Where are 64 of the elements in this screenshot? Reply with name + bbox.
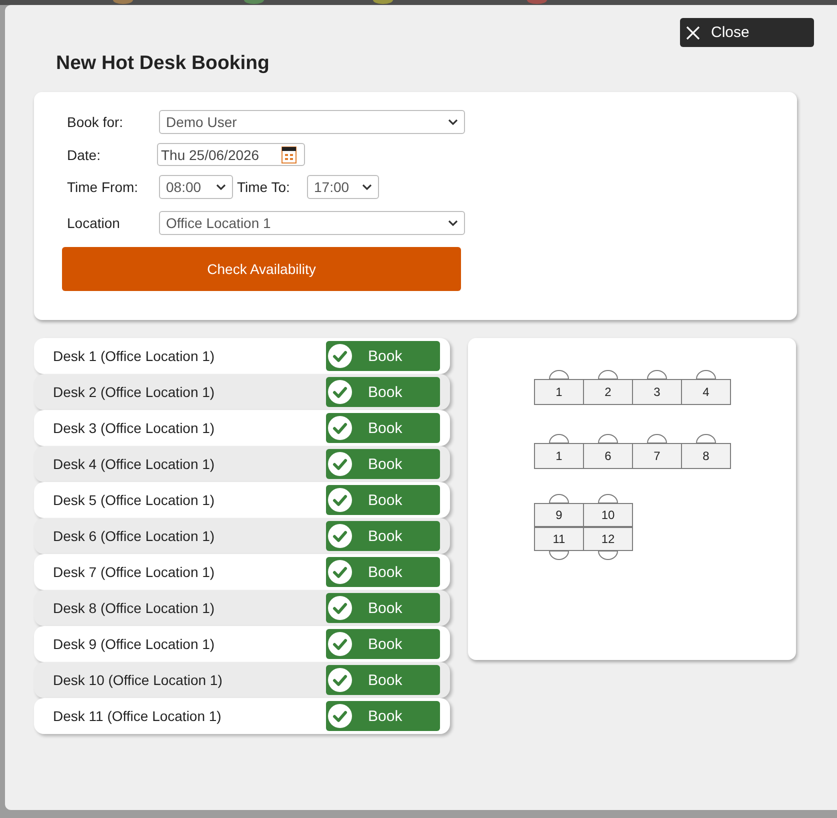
- book-button[interactable]: Book: [326, 629, 440, 659]
- book-button[interactable]: Book: [326, 701, 440, 731]
- field-label: Time To:: [237, 179, 291, 195]
- time-to-select[interactable]: 17:00: [307, 175, 379, 199]
- check-icon: [328, 416, 352, 440]
- book-button[interactable]: Book: [326, 557, 440, 587]
- check-availability-button[interactable]: Check Availability: [62, 247, 461, 291]
- desk-name: Desk 4 (Office Location 1): [53, 456, 215, 472]
- field-label: Location: [67, 215, 121, 231]
- desk-name: Desk 10 (Office Location 1): [53, 672, 222, 688]
- desk-tile: 11: [534, 527, 584, 551]
- field-label: Date:: [67, 146, 102, 162]
- chevron-icon: [216, 184, 226, 190]
- check-icon: [328, 596, 352, 620]
- desk-name: Desk 3 (Office Location 1): [53, 420, 215, 436]
- desk-name: Desk 7 (Office Location 1): [53, 564, 215, 580]
- close-icon: [686, 26, 700, 40]
- book-button[interactable]: Book: [326, 413, 440, 443]
- check-icon: [328, 668, 352, 692]
- desk-tile: 7: [632, 443, 682, 469]
- desk-name: Desk 9 (Office Location 1): [53, 636, 215, 652]
- desk-name: Desk 2 (Office Location 1): [53, 384, 215, 400]
- date-field[interactable]: Thu 25/06/2026: [157, 143, 305, 166]
- desk-name: Desk 6 (Office Location 1): [53, 528, 215, 544]
- close-button[interactable]: Close: [680, 18, 814, 47]
- book-button[interactable]: Book: [326, 341, 440, 371]
- book-button[interactable]: Book: [326, 449, 440, 479]
- book-button[interactable]: Book: [326, 665, 440, 695]
- book-button[interactable]: Book: [326, 521, 440, 551]
- desk-tile: 1: [534, 379, 584, 405]
- dialog-title: New Hot Desk Booking: [56, 52, 270, 75]
- book-button[interactable]: Book: [326, 485, 440, 515]
- chevron-icon: [448, 119, 458, 125]
- time-from-select[interactable]: 08:00: [159, 175, 233, 199]
- check-icon: [328, 704, 352, 728]
- check-icon: [328, 488, 352, 512]
- desk-tile: 9: [534, 503, 584, 527]
- desk-name: Desk 8 (Office Location 1): [53, 600, 215, 616]
- book-button[interactable]: Book: [326, 593, 440, 623]
- check-icon: [328, 524, 352, 548]
- location-select[interactable]: Office Location 1: [159, 211, 465, 235]
- desk-name: Desk 11 (Office Location 1): [53, 708, 222, 724]
- desk-tile: 2: [583, 379, 633, 405]
- book-for-select[interactable]: Demo User: [159, 110, 465, 134]
- desk-name: Desk 5 (Office Location 1): [53, 492, 215, 508]
- book-button[interactable]: Book: [326, 377, 440, 407]
- check-icon: [328, 632, 352, 656]
- chevron-icon: [362, 184, 372, 190]
- check-icon: [328, 560, 352, 584]
- desk-tile: 4: [681, 379, 731, 405]
- field-label: Time From:: [67, 179, 140, 195]
- check-icon: [328, 452, 352, 476]
- desk-name: Desk 1 (Office Location 1): [53, 348, 215, 364]
- desk-tile: 1: [534, 443, 584, 469]
- desk-tile: 12: [583, 527, 633, 551]
- desk-tile: 8: [681, 443, 731, 469]
- desk-tile: 3: [632, 379, 682, 405]
- check-icon: [328, 344, 352, 368]
- calendar-icon: [281, 146, 297, 164]
- desk-tile: 6: [583, 443, 633, 469]
- desk-tile: 10: [583, 503, 633, 527]
- check-icon: [328, 380, 352, 404]
- field-label: Book for:: [67, 114, 124, 130]
- chevron-icon: [448, 220, 458, 226]
